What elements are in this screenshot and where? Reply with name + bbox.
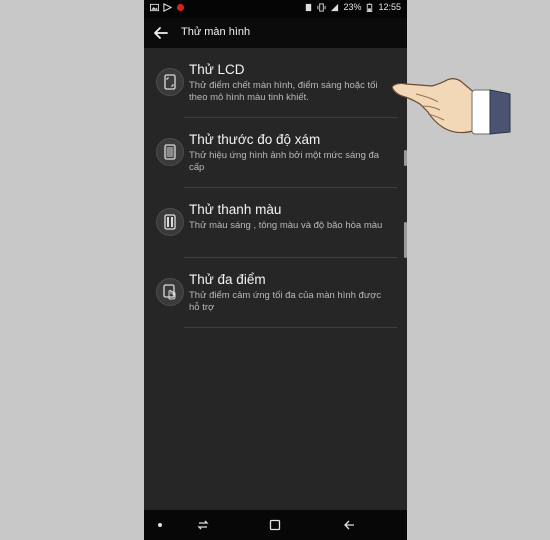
grayscale-icon [156, 138, 184, 166]
flag-icon [163, 3, 172, 12]
item-title: Thử đa điểm [189, 272, 266, 287]
color-bar-icon [156, 208, 184, 236]
item-title: Thử thước đo độ xám [189, 132, 321, 147]
list-item-multitouch-test[interactable]: Thử đa điểm Thử điểm cảm ứng tối đa của … [144, 258, 407, 328]
item-description: Thử màu sáng , tông màu và độ bão hòa mà… [189, 220, 383, 231]
edge-panel-handle[interactable] [404, 222, 407, 258]
list-item-color-bar-test[interactable]: Thử thanh màu Thử màu sáng , tông màu và… [144, 188, 407, 258]
lcd-icon [156, 68, 184, 96]
home-icon[interactable] [268, 518, 282, 532]
battery-percent: 23% [343, 2, 362, 12]
test-list: Thử LCD Thử điểm chết màn hình, điểm sán… [144, 48, 407, 328]
recent-apps-icon[interactable] [196, 518, 210, 532]
phone-screen: 23% 12:55 Thử màn hình Thử LCD Thử điểm … [144, 0, 407, 540]
item-description: Thử hiệu ứng hình ảnh bởi một mức sáng đ… [189, 150, 380, 173]
document-icon [306, 3, 312, 11]
page-title: Thử màn hình [181, 26, 251, 38]
item-description: Thử điểm cảm ứng tối đa của màn hình đượ… [189, 290, 382, 313]
app-bar: Thử màn hình [144, 18, 407, 48]
gallery-icon [150, 3, 159, 12]
vibrate-icon [317, 2, 327, 12]
status-bar: 23% 12:55 [144, 0, 407, 18]
pointing-hand-icon [392, 78, 511, 135]
record-icon [176, 3, 185, 12]
signal-icon [331, 3, 339, 11]
back-arrow-icon[interactable] [152, 24, 170, 42]
item-title: Thử LCD [189, 62, 245, 77]
back-icon[interactable] [342, 518, 356, 532]
battery-icon [367, 2, 373, 12]
list-item-lcd-test[interactable]: Thử LCD Thử điểm chết màn hình, điểm sán… [144, 48, 407, 118]
divider [184, 327, 397, 328]
multitouch-icon [156, 278, 184, 306]
clock: 12:55 [378, 2, 401, 12]
list-item-grayscale-test[interactable]: Thử thước đo độ xám Thử hiệu ứng hình ản… [144, 118, 407, 188]
dot-icon [158, 523, 162, 527]
item-description: Thử điểm chết màn hình, điểm sáng hoặc t… [189, 80, 378, 103]
navigation-bar [144, 510, 407, 540]
item-title: Thử thanh màu [189, 202, 282, 217]
